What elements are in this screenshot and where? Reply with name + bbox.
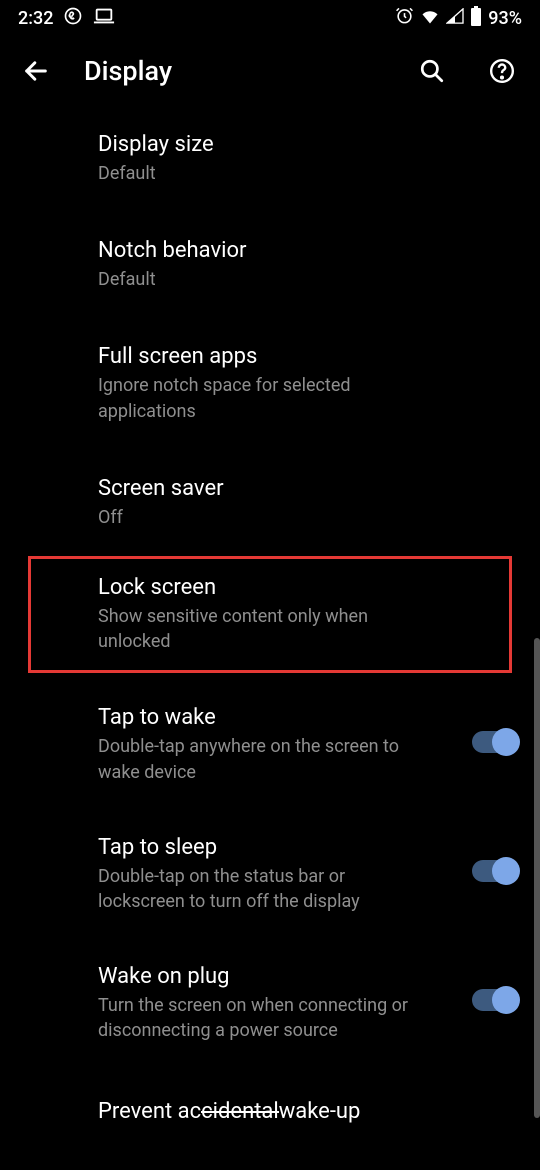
signal-icon: [446, 8, 464, 29]
setting-subtitle: Off: [98, 505, 442, 530]
setting-subtitle: Ignore notch space for selected applicat…: [98, 373, 442, 423]
setting-title: Lock screen: [98, 575, 442, 600]
status-time: 2:32: [18, 8, 53, 29]
setting-subtitle: Show sensitive content only when unlocke…: [98, 604, 442, 654]
setting-wake-on-plug[interactable]: Wake on plug Turn the screen on when con…: [0, 936, 540, 1063]
setting-title: Full screen apps: [98, 344, 442, 369]
search-button[interactable]: [412, 51, 452, 91]
setting-tap-to-sleep[interactable]: Tap to sleep Double-tap on the status ba…: [0, 807, 540, 936]
setting-tap-to-wake[interactable]: Tap to wake Double-tap anywhere on the s…: [0, 677, 540, 806]
back-button[interactable]: [18, 53, 54, 89]
setting-title: Wake on plug: [98, 964, 422, 989]
status-bar: 2:32 93%: [0, 0, 540, 36]
settings-list: Display size Default Notch behavior Defa…: [0, 106, 540, 1149]
setting-display-size[interactable]: Display size Default: [0, 106, 540, 208]
setting-subtitle: Default: [98, 267, 442, 292]
setting-title: Tap to wake: [98, 705, 422, 730]
battery-percent: 93%: [488, 8, 522, 29]
laptop-icon: [93, 7, 115, 30]
setting-title: Prevent accidental wake-up: [98, 1099, 442, 1124]
setting-subtitle: Turn the screen on when connecting or di…: [98, 993, 422, 1043]
setting-prevent-accidental-wakeup[interactable]: Prevent accidental wake-up: [0, 1063, 540, 1149]
setting-subtitle: Double-tap on the status bar or lockscre…: [98, 864, 422, 914]
toggle-tap-to-sleep[interactable]: [472, 860, 518, 882]
page-title: Display: [84, 55, 382, 87]
battery-icon: [470, 6, 482, 31]
setting-title: Screen saver: [98, 476, 442, 501]
wifi-icon: [420, 8, 440, 29]
setting-screen-saver[interactable]: Screen saver Off: [0, 446, 540, 552]
toggle-tap-to-wake[interactable]: [472, 731, 518, 753]
setting-notch-behavior[interactable]: Notch behavior Default: [0, 208, 540, 314]
help-button[interactable]: [482, 51, 522, 91]
whatsapp-icon: [63, 6, 83, 31]
setting-title: Notch behavior: [98, 238, 442, 263]
toggle-wake-on-plug[interactable]: [472, 989, 518, 1011]
alarm-icon: [395, 6, 414, 30]
app-bar: Display: [0, 36, 540, 106]
scrollbar[interactable]: [534, 638, 540, 1118]
setting-title: Tap to sleep: [98, 835, 422, 860]
setting-subtitle: Double-tap anywhere on the screen to wak…: [98, 734, 422, 784]
setting-full-screen-apps[interactable]: Full screen apps Ignore notch space for …: [0, 314, 540, 445]
setting-subtitle: Default: [98, 161, 442, 186]
setting-lock-screen[interactable]: Lock screen Show sensitive content only …: [28, 556, 512, 673]
setting-title: Display size: [98, 132, 442, 157]
